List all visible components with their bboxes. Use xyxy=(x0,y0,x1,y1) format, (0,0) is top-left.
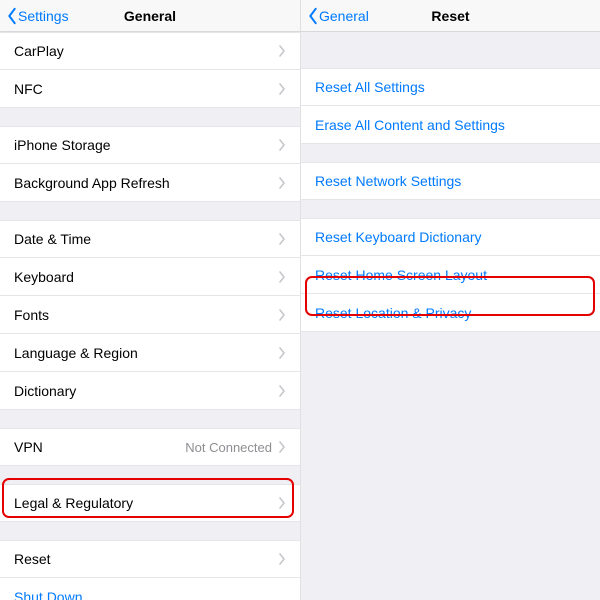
chevron-right-icon xyxy=(278,83,286,95)
reset-list: Reset All Settings Erase All Content and… xyxy=(301,32,600,600)
chevron-right-icon xyxy=(278,441,286,453)
row-background-app-refresh[interactable]: Background App Refresh xyxy=(0,164,300,202)
chevron-right-icon xyxy=(278,45,286,57)
chevron-right-icon xyxy=(278,139,286,151)
row-label: Reset Location & Privacy xyxy=(315,305,586,321)
row-legal-regulatory[interactable]: Legal & Regulatory xyxy=(0,484,300,522)
row-reset-location-privacy[interactable]: Reset Location & Privacy xyxy=(301,294,600,332)
row-label: Reset xyxy=(14,551,278,567)
row-language-region[interactable]: Language & Region xyxy=(0,334,300,372)
row-reset-all-settings[interactable]: Reset All Settings xyxy=(301,68,600,106)
row-label: Reset Network Settings xyxy=(315,173,586,189)
reset-panel: General Reset Reset All Settings Erase A… xyxy=(300,0,600,600)
chevron-left-icon xyxy=(6,7,18,25)
row-label: Reset All Settings xyxy=(315,79,586,95)
row-shut-down[interactable]: Shut Down xyxy=(0,578,300,600)
row-label: Fonts xyxy=(14,307,278,323)
row-nfc[interactable]: NFC xyxy=(0,70,300,108)
chevron-right-icon xyxy=(278,309,286,321)
chevron-right-icon xyxy=(278,177,286,189)
chevron-left-icon xyxy=(307,7,319,25)
row-label: Legal & Regulatory xyxy=(14,495,278,511)
row-detail: Not Connected xyxy=(185,440,272,455)
row-label: VPN xyxy=(14,439,185,455)
general-list: CarPlay NFC iPhone Storage Background Ap… xyxy=(0,32,300,600)
general-settings-panel: Settings General CarPlay NFC iPhone Stor… xyxy=(0,0,300,600)
row-label: iPhone Storage xyxy=(14,137,278,153)
row-keyboard[interactable]: Keyboard xyxy=(0,258,300,296)
chevron-right-icon xyxy=(278,553,286,565)
row-label: Date & Time xyxy=(14,231,278,247)
row-label: Dictionary xyxy=(14,383,278,399)
chevron-right-icon xyxy=(278,347,286,359)
back-label: Settings xyxy=(18,8,69,24)
row-iphone-storage[interactable]: iPhone Storage xyxy=(0,126,300,164)
row-label: Reset Keyboard Dictionary xyxy=(315,229,586,245)
back-to-general[interactable]: General xyxy=(301,7,369,25)
back-to-settings[interactable]: Settings xyxy=(0,7,69,25)
row-date-time[interactable]: Date & Time xyxy=(0,220,300,258)
row-label: CarPlay xyxy=(14,43,278,59)
row-reset-home-screen-layout[interactable]: Reset Home Screen Layout xyxy=(301,256,600,294)
row-label: Keyboard xyxy=(14,269,278,285)
navbar-general: Settings General xyxy=(0,0,300,32)
row-erase-all-content[interactable]: Erase All Content and Settings xyxy=(301,106,600,144)
row-label: Erase All Content and Settings xyxy=(315,117,586,133)
row-dictionary[interactable]: Dictionary xyxy=(0,372,300,410)
chevron-right-icon xyxy=(278,233,286,245)
row-fonts[interactable]: Fonts xyxy=(0,296,300,334)
row-reset[interactable]: Reset xyxy=(0,540,300,578)
row-reset-keyboard-dictionary[interactable]: Reset Keyboard Dictionary xyxy=(301,218,600,256)
chevron-right-icon xyxy=(278,385,286,397)
row-label: Shut Down xyxy=(14,589,286,600)
row-carplay[interactable]: CarPlay xyxy=(0,32,300,70)
chevron-right-icon xyxy=(278,271,286,283)
chevron-right-icon xyxy=(278,497,286,509)
row-label: Reset Home Screen Layout xyxy=(315,267,586,283)
row-label: Language & Region xyxy=(14,345,278,361)
row-label: Background App Refresh xyxy=(14,175,278,191)
back-label: General xyxy=(319,8,369,24)
row-label: NFC xyxy=(14,81,278,97)
navbar-reset: General Reset xyxy=(301,0,600,32)
row-vpn[interactable]: VPNNot Connected xyxy=(0,428,300,466)
row-reset-network-settings[interactable]: Reset Network Settings xyxy=(301,162,600,200)
